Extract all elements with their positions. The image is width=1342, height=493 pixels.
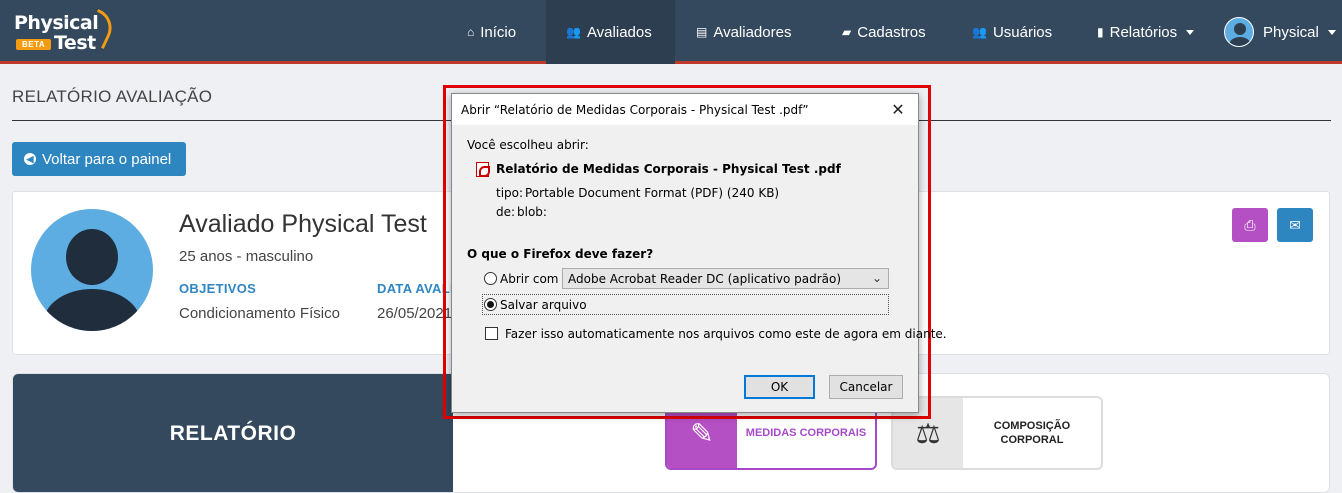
type-value: Portable Document Format (PDF) (240 KB) <box>525 186 780 200</box>
nav-item-label: Início <box>480 23 517 41</box>
report-heading: RELATÓRIO <box>13 374 453 492</box>
user-menu-label: Physical <box>1263 23 1319 41</box>
home-icon: ⌂ <box>467 25 475 39</box>
app-logo[interactable]: Physical Test BETA <box>14 8 119 54</box>
nav-item-label: Avaliadores <box>713 23 792 41</box>
nav-item-label: Usuários <box>992 23 1053 41</box>
save-file-label: Salvar arquivo <box>500 298 587 312</box>
save-file-radio[interactable] <box>484 298 497 311</box>
nav-item-label: Avaliados <box>586 23 652 41</box>
file-icon: ▮ <box>1097 25 1104 39</box>
dialog-question: O que o Firefox deve fazer? <box>467 247 654 261</box>
top-navbar: Physical Test BETA ⌂ Início 👥 Avaliados … <box>0 0 1342 64</box>
user-menu[interactable]: Physical <box>1224 0 1336 64</box>
from-value: blob: <box>517 205 547 219</box>
tile-label: COMPOSIÇÃO CORPORAL <box>993 420 1071 446</box>
nav-item-usuarios[interactable]: 👥 Usuários <box>972 0 1052 64</box>
dialog-titlebar: Abrir “Relatório de Medidas Corporais - … <box>452 94 918 125</box>
users-icon: 👥 <box>566 25 581 39</box>
type-label: tipo: <box>496 186 524 200</box>
envelope-icon: ✉ <box>1289 216 1301 233</box>
patient-info: 25 anos - masculino <box>179 248 314 265</box>
print-button[interactable]: ⎙ <box>1232 208 1268 242</box>
remember-choice-checkbox[interactable] <box>485 327 498 340</box>
print-icon: ⎙ <box>1244 216 1256 233</box>
logo-text-line1: Physical <box>14 12 99 34</box>
nav-item-label: Cadastros <box>857 23 926 41</box>
email-button[interactable]: ✉ <box>1277 208 1313 242</box>
dialog-title: Abrir “Relatório de Medidas Corporais - … <box>461 102 809 117</box>
pdf-file-icon <box>476 162 490 177</box>
close-icon[interactable]: ✕ <box>886 98 910 120</box>
beta-badge: BETA <box>16 39 52 50</box>
book-icon: ▰ <box>842 25 852 39</box>
caret-down-icon <box>1186 29 1195 35</box>
open-with-label: Abrir com <box>500 272 559 286</box>
chevron-down-icon: ⌄ <box>871 271 882 285</box>
avatar <box>1224 17 1254 47</box>
page-title: RELATÓRIO AVALIAÇÃO <box>12 87 213 106</box>
data-avaliacao-value: 26/05/2021 <box>377 305 453 322</box>
dialog-filename: Relatório de Medidas Corporais - Physica… <box>496 162 841 176</box>
objetivos-value: Condicionamento Físico <box>179 305 340 322</box>
nav-item-inicio[interactable]: ⌂ Início <box>467 0 516 64</box>
caret-down-icon <box>1327 29 1336 35</box>
open-with-value: Adobe Acrobat Reader DC (aplicativo padr… <box>568 271 842 286</box>
arrow-left-circle-icon: ◀ <box>24 153 36 165</box>
nav-item-cadastros[interactable]: ▰ Cadastros <box>842 0 926 64</box>
cancel-button[interactable]: Cancelar <box>829 375 903 399</box>
nav-item-avaliadores[interactable]: ▤ Avaliadores <box>696 0 791 64</box>
remember-choice-label: Fazer isso automaticamente nos arquivos … <box>505 327 947 341</box>
patient-name: Avaliado Physical Test <box>179 210 427 238</box>
id-card-icon: ▤ <box>696 25 708 39</box>
from-label: de: <box>496 205 516 219</box>
nav-item-relatorios[interactable]: ▮ Relatórios <box>1097 0 1195 64</box>
nav-item-label: Relatórios <box>1109 23 1178 41</box>
firefox-open-file-dialog: Abrir “Relatório de Medidas Corporais - … <box>451 93 947 413</box>
avatar <box>31 209 153 331</box>
open-with-radio[interactable] <box>484 272 497 285</box>
ok-button[interactable]: OK <box>744 375 815 399</box>
back-to-dashboard-button[interactable]: ◀ Voltar para o painel <box>12 142 186 176</box>
back-button-label: Voltar para o painel <box>42 150 172 168</box>
dialog-intro: Você escolheu abrir: <box>467 138 589 152</box>
nav-item-avaliados[interactable]: 👥 Avaliados <box>546 0 675 64</box>
objetivos-label: OBJETIVOS <box>179 281 257 296</box>
users-icon: 👥 <box>972 25 987 39</box>
open-with-select[interactable]: Adobe Acrobat Reader DC (aplicativo padr… <box>562 268 889 289</box>
